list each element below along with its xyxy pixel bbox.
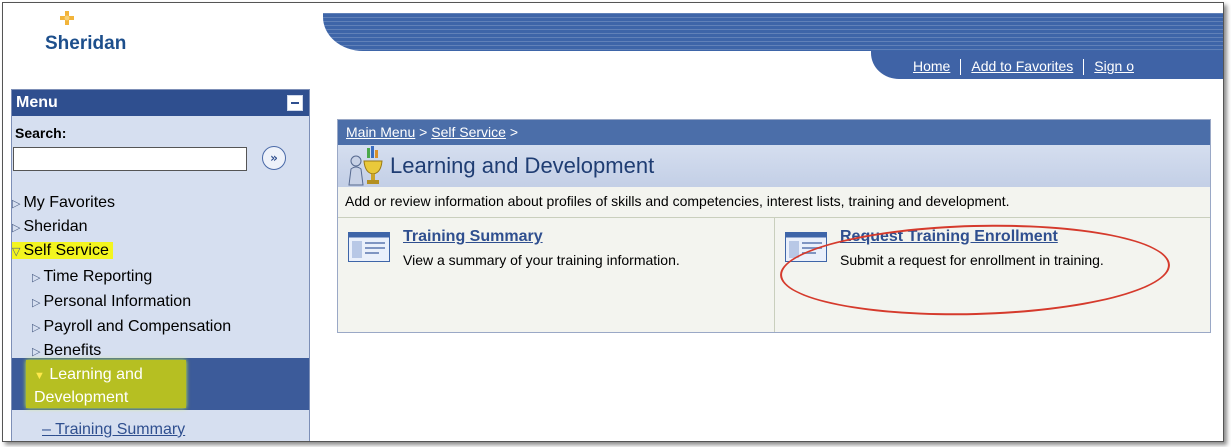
nav-divider	[1083, 59, 1085, 76]
menu-item-label: Payroll and Compensation	[43, 318, 232, 335]
menu-item-label-line1: Learning and	[49, 366, 143, 383]
screenshot-frame: Sheridan Home Add to Favorites Sign o Menu…	[2, 2, 1224, 442]
menu-item-personal-information[interactable]: ▷ Personal Information	[32, 293, 191, 311]
add-to-favorites-link[interactable]: Add to Favorites	[971, 58, 1073, 74]
home-link[interactable]: Home	[913, 58, 950, 74]
search-row: »	[12, 141, 309, 179]
collapse-triangle-icon: ▽	[12, 246, 21, 258]
menu-item-label: Sheridan	[23, 218, 88, 235]
menu-item-my-favorites[interactable]: ▷ My Favorites	[12, 194, 115, 212]
menu-item-label: Personal Information	[43, 293, 192, 310]
menu-title: Menu	[16, 94, 58, 111]
menu-sidebar: Menu Search: » ▷ My Favorites ▷ Sheridan ▽…	[11, 89, 310, 441]
header-nav-links: Home Add to Favorites Sign o	[903, 58, 1144, 76]
menu-item-label: Self Service	[23, 242, 109, 259]
page-description: Add or review information about profiles…	[345, 193, 1010, 209]
logo-emblem-icon	[60, 11, 74, 25]
request-enrollment-cell: Request Training Enrollment Submit a req…	[775, 217, 1210, 332]
content-panel: Main Menu > Self Service > Learning and …	[337, 119, 1211, 333]
dash-bullet: –	[42, 421, 56, 438]
logo-text: Sheridan	[45, 33, 127, 54]
menu-subitem-training-summary[interactable]: – Training Summary	[42, 421, 185, 439]
menu-item-label: Training Summary	[55, 421, 186, 438]
breadcrumb-self-service[interactable]: Self Service	[431, 124, 506, 140]
component-page-icon	[348, 232, 390, 262]
menu-item-payroll-compensation[interactable]: ▷ Payroll and Compensation	[32, 318, 231, 336]
menu-item-label: My Favorites	[23, 194, 116, 211]
expand-triangle-icon: ▷	[12, 222, 21, 234]
training-summary-desc: View a summary of your training informat…	[403, 252, 680, 268]
link-cells: Training Summary View a summary of your …	[338, 217, 1210, 332]
page-title-row: Learning and Development	[338, 145, 1210, 187]
menu-header: Menu	[12, 90, 309, 116]
breadcrumb: Main Menu > Self Service >	[338, 120, 1210, 145]
menu-search-input[interactable]	[13, 147, 247, 171]
breadcrumb-main-menu[interactable]: Main Menu	[346, 124, 415, 140]
sign-out-link[interactable]: Sign o	[1094, 58, 1134, 74]
menu-item-time-reporting[interactable]: ▷ Time Reporting	[32, 268, 152, 286]
expand-triangle-icon: ▷	[12, 198, 21, 210]
menu-item-label: Time Reporting	[43, 268, 153, 285]
expand-triangle-icon: ▷	[32, 272, 41, 284]
request-training-enrollment-link[interactable]: Request Training Enrollment	[840, 228, 1058, 246]
yellow-highlight: ▽ Self Service	[12, 242, 113, 259]
component-page-icon	[785, 232, 827, 262]
menu-item-learning-development[interactable]: ▼ Learning and Development	[34, 364, 143, 408]
menu-item-sheridan[interactable]: ▷ Sheridan	[12, 218, 88, 236]
menu-item-self-service[interactable]: ▽ Self Service	[12, 242, 113, 260]
page-title: Learning and Development	[390, 153, 655, 178]
expand-triangle-icon: ▷	[32, 322, 41, 334]
breadcrumb-separator: >	[415, 124, 432, 140]
menu-item-label: Benefits	[43, 342, 102, 359]
expanded-triangle-icon: ▼	[34, 370, 45, 382]
nav-divider	[960, 59, 962, 76]
collapse-menu-icon[interactable]	[287, 95, 303, 111]
breadcrumb-separator: >	[505, 124, 519, 140]
expand-triangle-icon: ▷	[32, 297, 41, 309]
learning-trophy-icon	[348, 146, 383, 186]
training-summary-cell: Training Summary View a summary of your …	[338, 217, 775, 332]
menu-item-label-line2: Development	[34, 389, 129, 406]
header-banner	[323, 13, 1223, 51]
expand-triangle-icon: ▷	[32, 346, 41, 358]
training-summary-link[interactable]: Training Summary	[403, 228, 543, 246]
request-training-enrollment-desc: Submit a request for enrollment in train…	[840, 252, 1104, 268]
search-go-button[interactable]: »	[262, 146, 286, 170]
search-label: Search:	[15, 125, 67, 141]
